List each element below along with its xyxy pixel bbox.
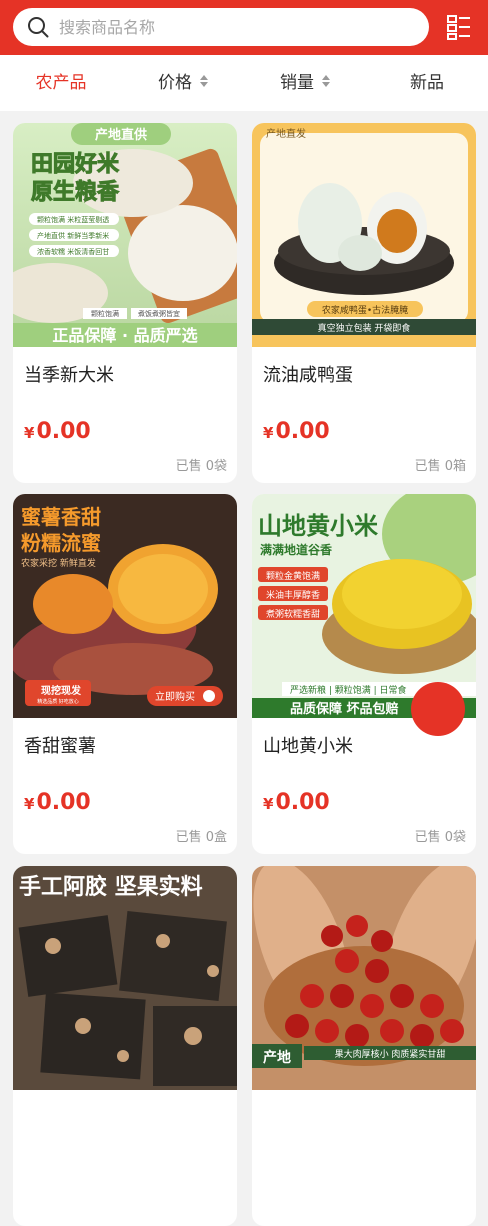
tab-sales[interactable]: 销量 <box>244 55 366 111</box>
svg-text:农家采挖 新鲜直发: 农家采挖 新鲜直发 <box>21 557 96 569</box>
product-card[interactable]: 产地直发 农家咸鸭蛋•古法腌腌 真空独立包装 开袋即食 流油咸鸭蛋 ¥0.00 … <box>252 123 476 483</box>
svg-text:农家咸鸭蛋•古法腌腌: 农家咸鸭蛋•古法腌腌 <box>322 304 408 316</box>
sold-count: 已售 0箱 <box>414 459 466 474</box>
sort-icon <box>322 75 330 87</box>
top-bar <box>0 0 488 55</box>
product-image-ejiao: 手工阿胶 坚果实料 <box>13 866 237 1090</box>
product-price: ¥0.00 <box>263 419 330 444</box>
svg-text:严选新粮 | 颗粒饱满 | 日常食: 严选新粮 | 颗粒饱满 | 日常食 <box>290 684 407 696</box>
product-name: 香甜蜜薯 <box>24 736 96 757</box>
svg-text:颗粒金黄饱满: 颗粒金黄饱满 <box>266 570 320 582</box>
product-image-sweet-potato: 蜜薯香甜 粉糯流蜜 农家采挖 新鲜直发 现挖现发 精选品质 好吃放心 立即购买 <box>13 494 237 718</box>
sort-icon <box>200 75 208 87</box>
svg-text:颗粒饱满 米粒蓝莹剔透: 颗粒饱满 米粒蓝莹剔透 <box>37 215 109 224</box>
svg-text:原生粮香: 原生粮香 <box>31 179 119 205</box>
sold-count: 已售 0袋 <box>414 830 466 845</box>
svg-text:立即购买: 立即购买 <box>155 690 195 703</box>
svg-text:煮粥软糯香甜: 煮粥软糯香甜 <box>266 608 320 620</box>
svg-text:满满地道谷香: 满满地道谷香 <box>260 542 332 557</box>
search-icon <box>28 17 49 38</box>
category-menu-icon[interactable] <box>446 14 472 40</box>
product-card[interactable]: 手工阿胶 坚果实料 <box>13 866 237 1226</box>
svg-text:蜜薯香甜: 蜜薯香甜 <box>21 505 101 529</box>
tab-category[interactable]: 农产品 <box>0 55 122 111</box>
search-input[interactable] <box>59 12 419 42</box>
svg-text:浓香软糯 米饭清香回甘: 浓香软糯 米饭清香回甘 <box>37 247 109 256</box>
svg-text:手工阿胶 坚果实料: 手工阿胶 坚果实料 <box>19 874 203 900</box>
svg-text:煮饭煮粥皆宜: 煮饭煮粥皆宜 <box>138 309 180 318</box>
svg-text:现挖现发: 现挖现发 <box>41 684 82 697</box>
product-price: ¥0.00 <box>24 419 91 444</box>
floating-cart-button[interactable] <box>411 682 465 736</box>
svg-text:产地直供 新鲜当季新米: 产地直供 新鲜当季新米 <box>37 231 109 240</box>
product-price: ¥0.00 <box>24 790 91 815</box>
tab-price[interactable]: 价格 <box>122 55 244 111</box>
svg-text:正品保障 · 品质严选: 正品保障 · 品质严选 <box>52 326 197 345</box>
svg-text:品质保障 坏品包赔: 品质保障 坏品包赔 <box>290 701 399 717</box>
tab-new[interactable]: 新品 <box>366 55 488 111</box>
sold-count: 已售 0盒 <box>175 830 227 845</box>
svg-text:田园好米: 田园好米 <box>31 151 120 177</box>
svg-text:粉糯流蜜: 粉糯流蜜 <box>21 531 101 555</box>
svg-text:山地黄小米: 山地黄小米 <box>258 512 378 540</box>
product-card[interactable]: 产地 果大肉厚核小 肉质紧实甘甜 <box>252 866 476 1226</box>
product-name: 当季新大米 <box>24 365 114 386</box>
product-card[interactable]: 产地直供 田园好米 原生粮香 颗粒饱满 米粒蓝莹剔透 产地直供 新鲜当季新米 浓… <box>13 123 237 483</box>
sold-count: 已售 0袋 <box>175 459 227 474</box>
filter-tabs: 农产品 价格 销量 新品 <box>0 55 488 111</box>
svg-text:真空独立包装 开袋即食: 真空独立包装 开袋即食 <box>318 322 411 334</box>
search-box[interactable] <box>13 8 429 46</box>
product-card[interactable]: 蜜薯香甜 粉糯流蜜 农家采挖 新鲜直发 现挖现发 精选品质 好吃放心 立即购买 … <box>13 494 237 854</box>
product-image-rice: 产地直供 田园好米 原生粮香 颗粒饱满 米粒蓝莹剔透 产地直供 新鲜当季新米 浓… <box>13 123 237 347</box>
svg-text:精选品质 好吃放心: 精选品质 好吃放心 <box>37 698 79 705</box>
svg-text:颗粒饱满: 颗粒饱满 <box>91 309 119 318</box>
svg-text:产地: 产地 <box>263 1049 291 1066</box>
svg-text:产地直供: 产地直供 <box>95 127 147 143</box>
product-name: 流油咸鸭蛋 <box>263 365 353 386</box>
product-image-red-dates: 产地 果大肉厚核小 肉质紧实甘甜 <box>252 866 476 1090</box>
svg-text:产地直发: 产地直发 <box>266 127 306 140</box>
product-image-eggs: 产地直发 农家咸鸭蛋•古法腌腌 真空独立包装 开袋即食 <box>252 123 476 347</box>
product-price: ¥0.00 <box>263 790 330 815</box>
svg-text:果大肉厚核小 肉质紧实甘甜: 果大肉厚核小 肉质紧实甘甜 <box>335 1048 446 1060</box>
product-card[interactable]: 山地黄小米 满满地道谷香 颗粒金黄饱满 米油丰厚醇香 煮粥软糯香甜 严选新粮 |… <box>252 494 476 854</box>
svg-text:米油丰厚醇香: 米油丰厚醇香 <box>266 589 320 601</box>
product-name: 山地黄小米 <box>263 736 353 757</box>
